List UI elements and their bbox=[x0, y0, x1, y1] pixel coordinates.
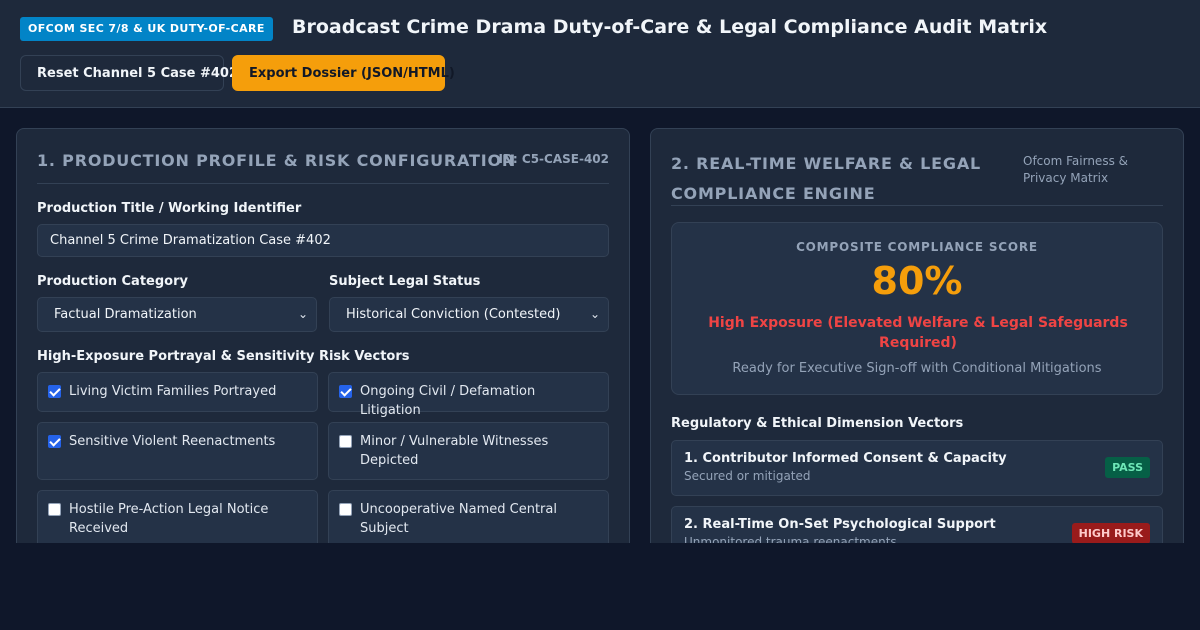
risk-vector-checkbox[interactable] bbox=[339, 385, 352, 398]
risk-vector-item[interactable]: Minor / Vulnerable Witnesses Depicted bbox=[328, 422, 609, 480]
risk-vector-item[interactable]: Uncooperative Named Central Subject bbox=[328, 490, 609, 543]
top-bar: OFCOM SEC 7/8 & UK DUTY-OF-CARE Broadcas… bbox=[0, 0, 1200, 108]
risk-vectors-label: High-Exposure Portrayal & Sensitivity Ri… bbox=[37, 349, 410, 364]
profile-divider bbox=[37, 183, 609, 184]
dimension-vector-title: 2. Real-Time On-Set Psychological Suppor… bbox=[684, 517, 996, 532]
risk-vector-label: Living Victim Families Portrayed bbox=[69, 384, 277, 399]
subject-status-value: Historical Conviction (Contested) bbox=[346, 307, 561, 322]
production-profile-panel: 1. PRODUCTION PROFILE & RISK CONFIGURATI… bbox=[16, 128, 630, 543]
compliance-engine-panel: 2. REAL-TIME WELFARE & LEGAL COMPLIANCE … bbox=[650, 128, 1184, 543]
risk-vector-label: Sensitive Violent Reenactments bbox=[69, 434, 276, 449]
risk-vector-item[interactable]: Hostile Pre-Action Legal Notice Received bbox=[37, 490, 318, 543]
export-dossier-button[interactable]: Export Dossier (JSON/HTML) bbox=[232, 55, 455, 91]
status-badge: PASS bbox=[1105, 457, 1150, 478]
subject-status-label: Subject Legal Status bbox=[329, 274, 481, 289]
score-label: COMPOSITE COMPLIANCE SCORE bbox=[796, 240, 1038, 254]
production-category-value: Factual Dramatization bbox=[54, 307, 197, 322]
dimension-vectors-heading: Regulatory & Ethical Dimension Vectors bbox=[671, 416, 964, 431]
risk-vector-label: Hostile Pre-Action Legal Notice Received bbox=[69, 502, 269, 536]
dimension-vector-row: 2. Real-Time On-Set Psychological Suppor… bbox=[671, 506, 1163, 543]
risk-vector-checkbox[interactable] bbox=[48, 385, 61, 398]
profile-panel-title: 1. PRODUCTION PROFILE & RISK CONFIGURATI… bbox=[37, 151, 517, 170]
risk-vector-item[interactable]: Sensitive Violent Reenactments bbox=[37, 422, 318, 480]
risk-vector-label: Uncooperative Named Central Subject bbox=[360, 502, 557, 536]
content-viewport: 1. PRODUCTION PROFILE & RISK CONFIGURATI… bbox=[0, 108, 1200, 543]
risk-vector-label: Ongoing Civil / Defamation Litigation bbox=[360, 384, 536, 418]
status-badge: HIGH RISK bbox=[1071, 523, 1150, 543]
chevron-down-icon: ⌄ bbox=[297, 307, 308, 321]
risk-vector-checkbox[interactable] bbox=[48, 503, 61, 516]
composite-score-card: COMPOSITE COMPLIANCE SCORE 80% High Expo… bbox=[671, 222, 1163, 395]
production-title-label: Production Title / Working Identifier bbox=[37, 201, 302, 216]
production-category-label: Production Category bbox=[37, 274, 188, 289]
risk-vector-checkbox[interactable] bbox=[48, 435, 61, 448]
risk-vector-checkbox[interactable] bbox=[339, 435, 352, 448]
score-value: 80% bbox=[871, 259, 963, 303]
regulation-badge: OFCOM SEC 7/8 & UK DUTY-OF-CARE bbox=[20, 17, 273, 41]
dimension-vector-desc: Unmonitored trauma reenactments bbox=[684, 535, 897, 543]
engine-panel-subtitle: Ofcom Fairness & Privacy Matrix bbox=[1023, 154, 1128, 185]
dimension-vector-desc: Secured or mitigated bbox=[684, 469, 811, 483]
production-category-select[interactable]: Factual Dramatization ⌄ bbox=[37, 297, 317, 332]
risk-vector-item[interactable]: Living Victim Families Portrayed bbox=[37, 372, 318, 412]
risk-vector-label: Minor / Vulnerable Witnesses Depicted bbox=[360, 434, 549, 468]
case-id: ID: C5-CASE-402 bbox=[498, 152, 609, 166]
dimension-vector-row: 1. Contributor Informed Consent & Capaci… bbox=[671, 440, 1163, 496]
risk-vector-item[interactable]: Ongoing Civil / Defamation Litigation bbox=[328, 372, 609, 418]
engine-panel-title: 2. REAL-TIME WELFARE & LEGAL COMPLIANCE … bbox=[671, 154, 982, 203]
subject-status-select[interactable]: Historical Conviction (Contested) ⌄ bbox=[329, 297, 609, 332]
reset-case-button[interactable]: Reset Channel 5 Case #402 bbox=[20, 55, 238, 91]
chevron-down-icon: ⌄ bbox=[589, 307, 600, 321]
score-status: High Exposure (Elevated Welfare & Legal … bbox=[708, 315, 1128, 351]
page-title: Broadcast Crime Drama Duty-of-Care & Leg… bbox=[292, 16, 1048, 38]
production-title-input[interactable]: Channel 5 Crime Dramatization Case #402 bbox=[37, 224, 609, 257]
score-note: Ready for Executive Sign-off with Condit… bbox=[732, 361, 1102, 376]
risk-vector-checkbox[interactable] bbox=[339, 503, 352, 516]
engine-divider bbox=[671, 205, 1163, 206]
dimension-vector-title: 1. Contributor Informed Consent & Capaci… bbox=[684, 451, 1007, 466]
